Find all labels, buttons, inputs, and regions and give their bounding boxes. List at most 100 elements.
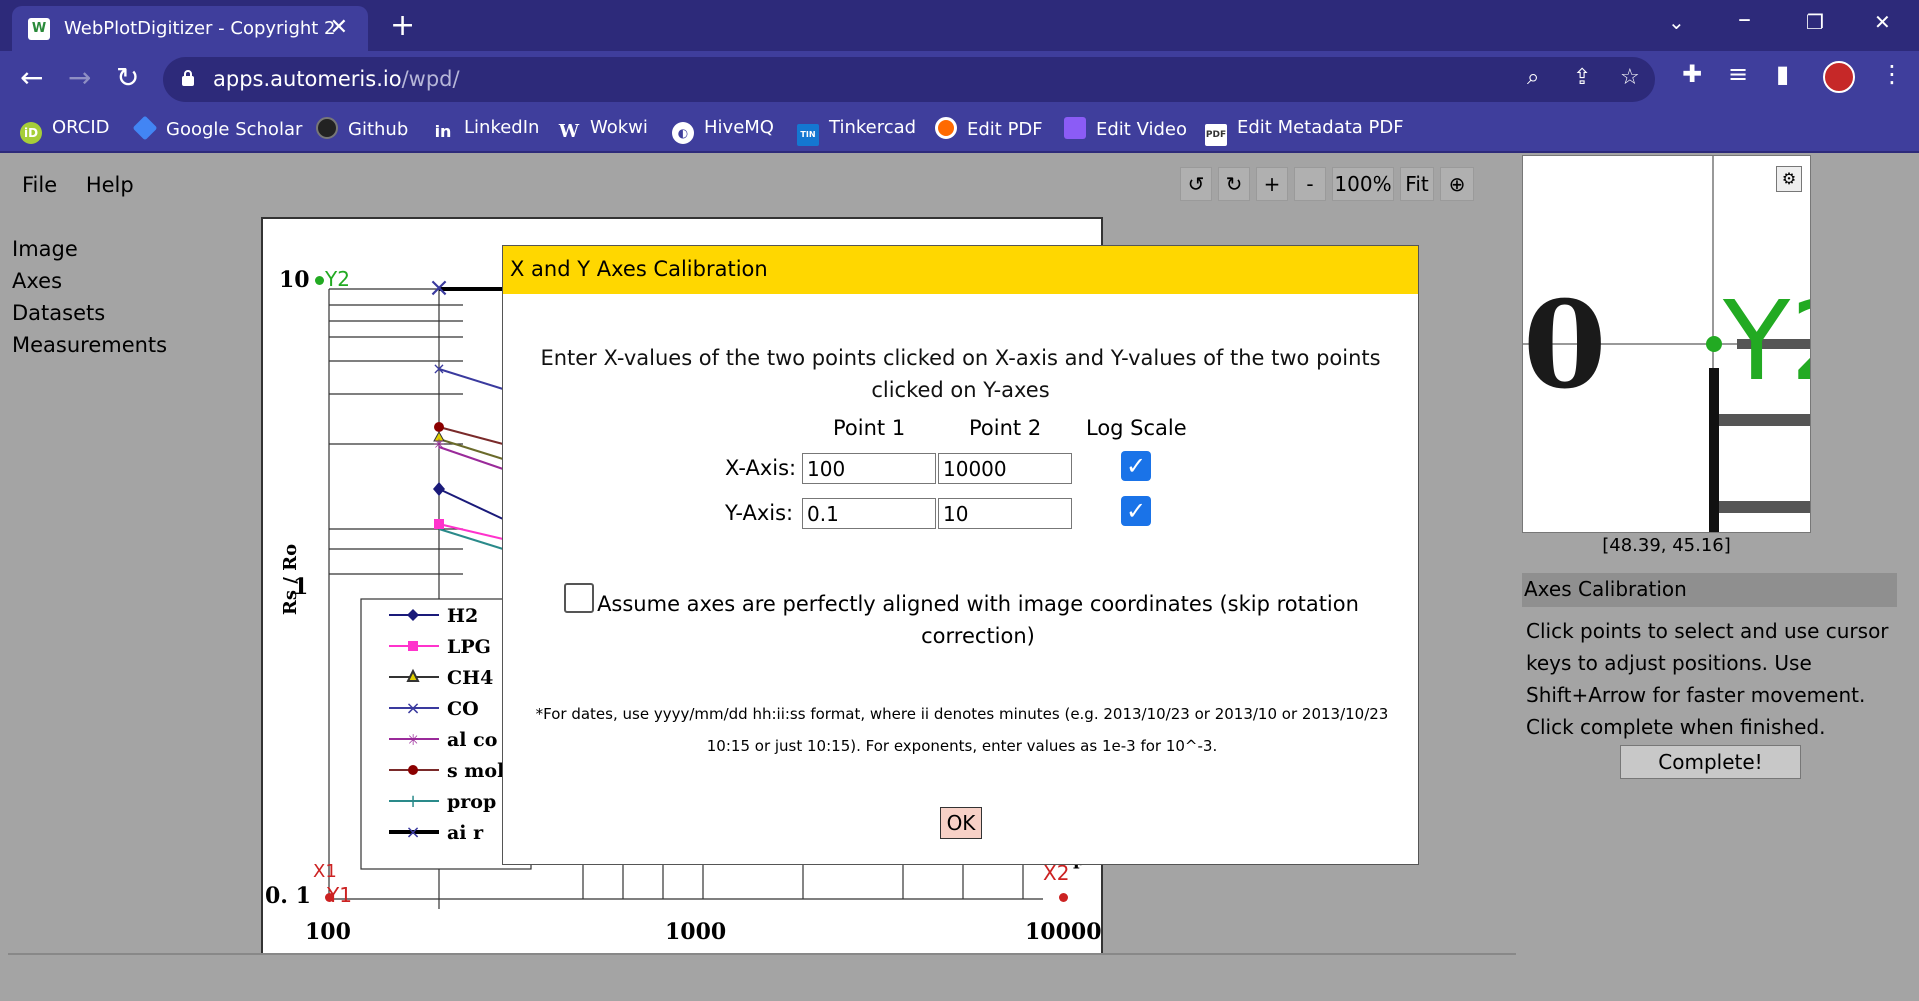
nav-measurements[interactable]: Measurements: [12, 329, 167, 361]
media-control-icon[interactable]: ≡: [1728, 60, 1748, 88]
minimize-icon[interactable]: –: [1738, 4, 1751, 34]
nav-axes[interactable]: Axes: [12, 265, 167, 297]
plot-y-top: 10: [279, 267, 310, 293]
bookmark-label: Edit PDF: [967, 119, 1043, 140]
new-tab-icon[interactable]: +: [390, 8, 415, 43]
zoom-in-button[interactable]: +: [1256, 167, 1288, 201]
rotate-right-button[interactable]: ↻: [1218, 167, 1250, 201]
lock-icon[interactable]: [181, 69, 195, 87]
kebab-menu-icon[interactable]: ⋮: [1880, 60, 1904, 88]
bookmark-edit-video[interactable]: Edit Video: [1064, 117, 1187, 140]
dialog-title: X and Y Axes Calibration: [503, 246, 1418, 294]
bookmark-star-icon[interactable]: ☆: [1620, 65, 1640, 90]
bookmark-edit-pdf[interactable]: Edit PDF: [935, 117, 1043, 140]
side-panel-icon[interactable]: ▮: [1776, 60, 1789, 88]
legend-smoke: s mok: [447, 760, 511, 782]
browser-tab[interactable]: W WebPlotDigitizer - Copyright 201 ✕: [12, 6, 368, 51]
zoom-level[interactable]: 100%: [1332, 167, 1394, 201]
menu-help[interactable]: Help: [86, 173, 134, 197]
x1-input[interactable]: [802, 453, 936, 484]
col-log-scale: Log Scale: [1086, 416, 1187, 440]
bookmark-orcid[interactable]: iD ORCID: [20, 117, 110, 144]
browser-window: W WebPlotDigitizer - Copyright 201 ✕ + ⌄…: [0, 0, 1919, 1001]
bookmark-github[interactable]: Github: [316, 117, 408, 140]
x-tick-1000: 1000: [665, 919, 727, 945]
close-window-icon[interactable]: ✕: [1874, 10, 1891, 34]
rotate-left-button[interactable]: ↺: [1180, 167, 1212, 201]
x-axis-label: X-Axis:: [725, 456, 797, 480]
bookmark-tinkercad[interactable]: TIN Tinkercad: [797, 117, 916, 146]
bookmark-label: ORCID: [52, 117, 110, 138]
bookmark-wokwi[interactable]: W Wokwi: [558, 117, 648, 143]
github-icon: [316, 117, 338, 139]
bookmark-linkedin[interactable]: in LinkedIn: [432, 117, 540, 143]
cursor-coordinates: [48.39, 45.16]: [1602, 535, 1731, 556]
assume-aligned-label: Assume axes are perfectly aligned with i…: [597, 592, 1359, 648]
col-point2: Point 2: [969, 416, 1042, 440]
extensions-icon[interactable]: ✚: [1682, 60, 1702, 88]
bookmark-label: Google Scholar: [166, 119, 303, 140]
assume-aligned-checkbox[interactable]: [564, 583, 594, 613]
magnifier-view: 0 Y2 ⚙: [1522, 155, 1811, 533]
y-log-checkbox[interactable]: ✓: [1121, 496, 1151, 526]
legend-co: CO: [447, 698, 479, 720]
y2-input[interactable]: [938, 498, 1072, 529]
crosshair-icon[interactable]: ⊕: [1440, 167, 1474, 201]
google-scholar-icon: [132, 115, 158, 141]
bookmarks-bar: iD ORCID Google Scholar Github in LinkedIn…: [0, 108, 1919, 153]
forward-icon[interactable]: →: [68, 61, 91, 94]
ok-button[interactable]: OK: [940, 807, 982, 839]
orcid-icon: iD: [20, 122, 42, 144]
legend-ch4: CH4: [447, 667, 494, 689]
url-path: /wpd/: [401, 67, 460, 91]
magnifier-zero: 0: [1523, 275, 1607, 416]
bookmark-label: Wokwi: [590, 117, 648, 138]
search-icon[interactable]: ⌕: [1527, 65, 1539, 90]
restore-icon[interactable]: ❐: [1806, 10, 1824, 34]
svg-text:✳: ✳: [433, 437, 445, 453]
reload-icon[interactable]: ↻: [116, 61, 139, 94]
share-icon[interactable]: ⇪: [1573, 65, 1591, 90]
tab-title: WebPlotDigitizer - Copyright 201: [64, 18, 334, 39]
url-text[interactable]: apps.automeris.io/wpd/: [213, 67, 460, 91]
x2-input[interactable]: [938, 453, 1072, 484]
zoom-out-button[interactable]: -: [1294, 167, 1326, 201]
bookmark-edit-metadata-pdf[interactable]: PDF Edit Metadata PDF: [1205, 117, 1404, 146]
side-nav: Image Axes Datasets Measurements: [12, 233, 167, 361]
wpd-logo-icon: W: [28, 18, 50, 40]
legend-h2: H2: [447, 605, 479, 627]
avatar[interactable]: [1823, 61, 1855, 93]
bookmark-label: Edit Video: [1096, 119, 1188, 140]
menu-file[interactable]: File: [22, 173, 57, 197]
svg-text:×: ×: [428, 273, 450, 303]
date-format-note: *For dates, use yyyy/mm/dd hh:ii:ss form…: [535, 705, 1389, 755]
close-tab-icon[interactable]: ✕: [330, 15, 348, 40]
marker-dot-x1y1: [325, 893, 334, 902]
back-icon[interactable]: ←: [20, 61, 43, 94]
gear-icon[interactable]: ⚙: [1776, 166, 1802, 192]
linkedin-icon: in: [434, 122, 452, 141]
edit-video-icon: [1064, 117, 1086, 139]
bookmark-label: Edit Metadata PDF: [1237, 117, 1404, 138]
bookmark-label: LinkedIn: [464, 117, 540, 138]
nav-datasets[interactable]: Datasets: [12, 297, 167, 329]
legend-alcohol: al co: [447, 729, 498, 751]
y1-input[interactable]: [802, 498, 936, 529]
legend-lpg: LPG: [447, 636, 491, 658]
divider: [8, 953, 1516, 955]
bookmark-google-scholar[interactable]: Google Scholar: [132, 115, 303, 141]
x-tick-10000: 10000: [1025, 919, 1102, 945]
x-log-checkbox[interactable]: ✓: [1121, 451, 1151, 481]
address-bar[interactable]: apps.automeris.io/wpd/ ⌕ ⇪ ☆: [163, 57, 1655, 102]
nav-image[interactable]: Image: [12, 233, 167, 265]
zoom-fit-button[interactable]: Fit: [1400, 167, 1434, 201]
url-host: apps.automeris.io: [213, 67, 402, 91]
legend-air: ai r: [447, 822, 484, 844]
bookmark-label: HiveMQ: [704, 117, 774, 138]
calibration-instructions: Click points to select and use cursor ke…: [1526, 619, 1889, 739]
tab-strip: W WebPlotDigitizer - Copyright 201 ✕ + ⌄…: [0, 0, 1919, 51]
bookmark-hivemq[interactable]: ◐ HiveMQ: [672, 117, 774, 144]
complete-button[interactable]: Complete!: [1620, 745, 1801, 779]
tab-search-chevron-icon[interactable]: ⌄: [1668, 10, 1685, 34]
marker-dot-y2: [315, 276, 324, 285]
